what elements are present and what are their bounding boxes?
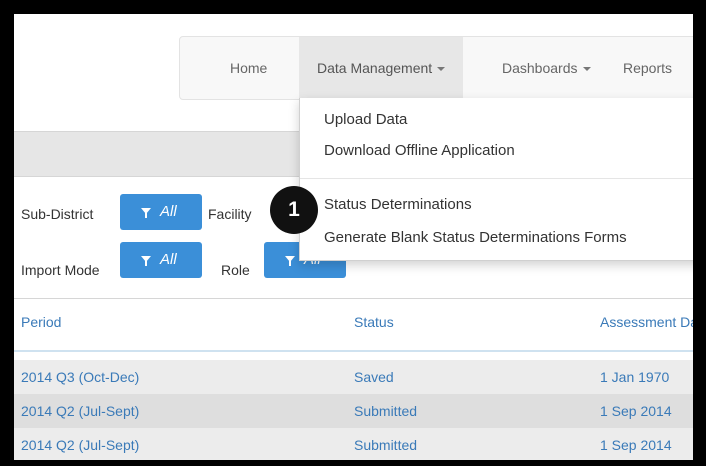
filter-icon — [285, 256, 295, 266]
caret-down-icon — [437, 67, 446, 72]
nav-dashboards-label: Dashboards — [502, 60, 578, 76]
import-mode-filter-button[interactable]: All — [120, 242, 202, 278]
cell-period[interactable]: 2014 Q2 (Jul-Sept) — [21, 437, 139, 453]
role-label: Role — [221, 262, 250, 278]
cell-assessment-date: 1 Jan 1970 — [600, 369, 670, 385]
sub-district-filter-button[interactable]: All — [120, 194, 202, 230]
app-window: Home Data Management Dashboards Reports … — [14, 14, 693, 460]
cell-assessment-date: 1 Sep 2014 — [600, 403, 672, 419]
cell-status: Submitted — [354, 403, 418, 419]
nav-reports[interactable]: Reports — [623, 37, 672, 99]
top-navbar: Home Data Management Dashboards Reports — [179, 36, 693, 100]
step-callout-badge: 1 — [270, 186, 318, 234]
menu-item-upload-data[interactable]: Upload Data — [324, 111, 407, 128]
column-header-assessment-date[interactable]: Assessment Date — [600, 314, 693, 330]
menu-item-status-determinations[interactable]: Status Determinations — [324, 196, 472, 213]
facility-label: Facility — [208, 206, 252, 222]
nav-data-management-label: Data Management — [317, 60, 433, 76]
filter-icon — [141, 208, 151, 218]
cell-assessment-date: 1 Sep 2014 — [600, 437, 672, 453]
filter-icon — [141, 256, 151, 266]
nav-data-management[interactable]: Data Management — [299, 37, 464, 99]
nav-home[interactable]: Home — [230, 37, 267, 99]
column-header-period[interactable]: Period — [21, 314, 61, 330]
caret-down-icon — [582, 67, 591, 72]
cell-status: Saved — [354, 369, 394, 385]
menu-item-generate-blank-status-determinations-forms[interactable]: Generate Blank Status Determinations For… — [324, 229, 627, 246]
cell-period[interactable]: 2014 Q3 (Oct-Dec) — [21, 369, 139, 385]
table-header: Period Status Assessment Date — [14, 298, 693, 352]
menu-item-download-offline-application[interactable]: Download Offline Application — [324, 142, 515, 159]
sub-district-filter-value: All — [160, 203, 177, 220]
cell-period[interactable]: 2014 Q2 (Jul-Sept) — [21, 403, 139, 419]
column-header-status[interactable]: Status — [354, 314, 394, 330]
menu-divider — [300, 178, 693, 179]
table-row[interactable]: 2014 Q2 (Jul-Sept) Submitted 1 Sep 2014 — [14, 428, 693, 460]
import-mode-label: Import Mode — [21, 262, 100, 278]
table-row[interactable]: 2014 Q3 (Oct-Dec) Saved 1 Jan 1970 — [14, 360, 693, 394]
sub-district-label: Sub-District — [21, 206, 94, 222]
table-row[interactable]: 2014 Q2 (Jul-Sept) Submitted 1 Sep 2014 — [14, 394, 693, 428]
import-mode-filter-value: All — [160, 251, 177, 268]
data-management-dropdown-menu: Upload Data Download Offline Application… — [299, 98, 693, 261]
cell-status: Submitted — [354, 437, 418, 453]
nav-dashboards[interactable]: Dashboards — [502, 37, 591, 99]
